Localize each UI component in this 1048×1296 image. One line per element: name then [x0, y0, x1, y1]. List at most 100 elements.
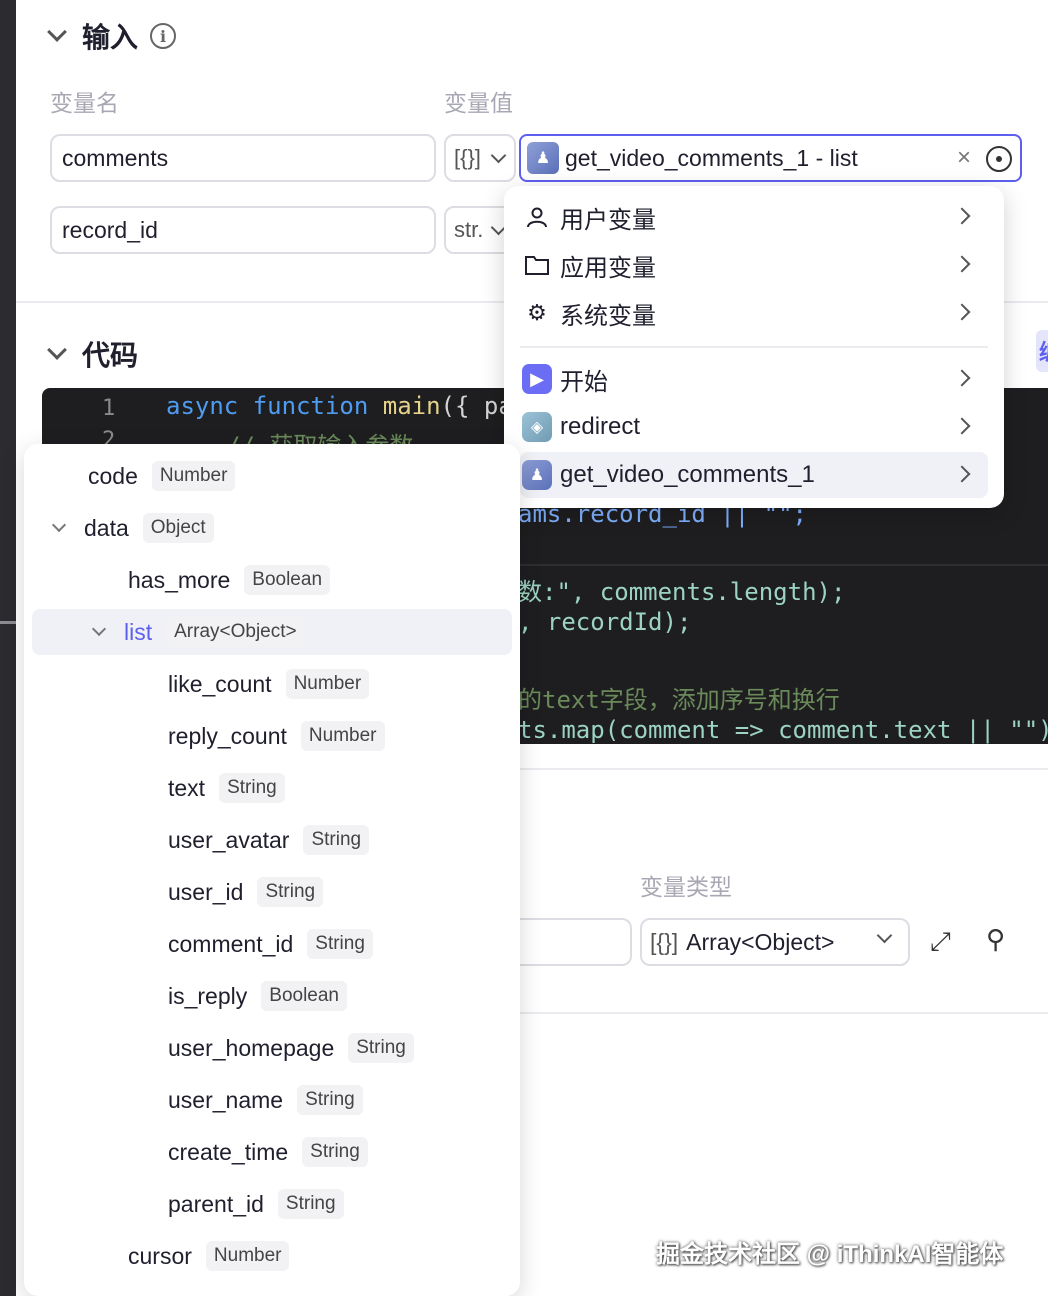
var-name-field-record-id[interactable]: record_id — [50, 206, 436, 254]
col-label-name: 变量名 — [50, 90, 119, 116]
type-tag: Number — [285, 669, 370, 699]
output-type-select[interactable]: [{}] Array<Object> — [640, 918, 910, 966]
code-line-7: ts.map(comment => comment.text || "") — [518, 716, 1048, 744]
variable-source-menu: 用户变量 应用变量 ⚙ 系统变量 ▶ 开始 ◈ redirect ♟ get_v… — [504, 186, 1004, 508]
menu-item-user-vars[interactable]: 用户变量 — [520, 194, 988, 240]
output-type-label: Array<Object> — [686, 928, 835, 955]
code-line-5: , recordId); — [518, 608, 692, 636]
type-tag: Number — [300, 721, 385, 751]
menu-item-start-node[interactable]: ▶ 开始 — [520, 356, 988, 402]
type-tag: String — [257, 877, 324, 907]
chevron-right-icon — [953, 303, 971, 321]
user-icon — [522, 202, 552, 232]
tree-row-cursor[interactable]: cursor Number — [32, 1233, 512, 1279]
code-separator — [518, 564, 1048, 566]
section-divider — [520, 1012, 1048, 1014]
plugin-node-icon: ♟ — [522, 460, 552, 490]
var-name-field-comments[interactable]: comments — [50, 134, 436, 182]
menu-item-app-vars[interactable]: 应用变量 — [520, 242, 988, 288]
code-section-title: 代码 — [82, 340, 139, 371]
chevron-down-icon[interactable] — [47, 22, 67, 42]
gear-icon: ⚙ — [527, 300, 547, 325]
chevron-down-icon[interactable] — [51, 517, 67, 533]
type-tag: String — [303, 825, 370, 855]
tree-row-user-id[interactable]: user_id String — [32, 869, 512, 915]
tree-row-text[interactable]: text String — [32, 765, 512, 811]
col-label-value: 变量值 — [444, 90, 513, 116]
start-node-icon: ▶ — [522, 364, 552, 394]
chevron-right-icon — [953, 255, 971, 273]
type-tag: String — [302, 1137, 368, 1167]
tree-row-parent-id[interactable]: parent_id String — [32, 1181, 512, 1227]
tree-row-user-homepage[interactable]: user_homepage String — [32, 1025, 512, 1071]
menu-item-redirect-node[interactable]: ◈ redirect — [520, 404, 988, 450]
left-edge-bar — [0, 0, 16, 1296]
type-select-comments[interactable]: [{}] — [444, 134, 516, 182]
type-label: [{}] — [454, 145, 481, 170]
chevron-right-icon — [953, 465, 971, 483]
selected-variable-label: get_video_comments_1 - list — [565, 144, 858, 171]
tree-row-create-time[interactable]: create_time String — [32, 1129, 512, 1175]
settings-hex-icon[interactable] — [986, 146, 1012, 172]
tree-row-user-avatar[interactable]: user_avatar String — [32, 817, 512, 863]
type-tag: Array<Object> — [166, 617, 305, 647]
array-type-icon: [{}] — [650, 928, 679, 955]
type-tag: String — [307, 929, 373, 959]
chevron-down-icon[interactable] — [47, 340, 67, 360]
tree-row-is-reply[interactable]: is_reply Boolean — [32, 973, 512, 1019]
info-icon[interactable]: i — [150, 23, 177, 49]
menu-item-system-vars[interactable]: ⚙ 系统变量 — [520, 290, 988, 336]
menu-item-label: redirect — [560, 413, 641, 440]
input-section-title: 输入 — [82, 22, 139, 53]
type-tag: String — [277, 1189, 344, 1219]
type-tag: String — [219, 773, 285, 803]
code-line-4: 数:", comments.length); — [518, 578, 846, 606]
chevron-down-icon[interactable] — [91, 621, 107, 637]
tree-row-has-more[interactable]: has_more Boolean — [32, 557, 512, 603]
line-number: 1 — [102, 396, 116, 421]
type-tag: Object — [142, 513, 214, 543]
chevron-down-icon — [490, 147, 507, 163]
plugin-avatar-icon: ♟ — [527, 142, 559, 174]
type-tag: Boolean — [244, 565, 331, 595]
menu-item-label: 系统变量 — [560, 302, 656, 330]
tree-row-like-count[interactable]: like_count Number — [32, 661, 512, 707]
menu-item-label: 开始 — [560, 368, 608, 396]
output-fields-tree: code Number data Object has_more Boolean li… — [24, 444, 520, 1296]
menu-item-label: 应用变量 — [560, 254, 656, 282]
add-child-icon[interactable]: ⚲ — [986, 924, 1005, 955]
watermark: 掘金技术社区 @ iThinkAI智能体 — [656, 1241, 1004, 1268]
tree-row-user-name[interactable]: user_name String — [32, 1077, 512, 1123]
menu-item-label: 用户变量 — [560, 206, 656, 234]
tree-row-comment-id[interactable]: comment_id String — [32, 921, 512, 967]
chevron-down-icon — [876, 927, 893, 944]
code-section-header[interactable]: 代码 — [46, 334, 138, 374]
menu-item-label: get_video_comments_1 — [560, 461, 815, 488]
code-line-6: 的text字段，添加序号和换行 — [518, 686, 840, 714]
redirect-node-icon: ◈ — [522, 412, 552, 442]
col-label-var-type: 变量类型 — [640, 874, 732, 900]
chevron-right-icon — [953, 417, 971, 435]
type-label: str. — [454, 217, 484, 242]
menu-divider — [520, 346, 988, 348]
expand-icon[interactable]: ⤢ — [930, 926, 951, 958]
folder-icon — [522, 250, 552, 280]
tree-row-data[interactable]: data Object — [32, 505, 512, 551]
variable-selector[interactable]: ♟ get_video_comments_1 - list × — [519, 134, 1022, 182]
tree-row-reply-count[interactable]: reply_count Number — [32, 713, 512, 759]
code-line-1: async function main({ par — [166, 392, 528, 420]
type-tag: Number — [151, 461, 236, 491]
type-tag: String — [348, 1033, 414, 1063]
chevron-right-icon — [953, 369, 971, 387]
input-section-header[interactable]: 输入 i — [46, 16, 177, 56]
type-tag: Boolean — [261, 981, 347, 1011]
tree-row-code[interactable]: code Number — [32, 453, 512, 499]
section-divider — [520, 768, 1048, 770]
type-tag: String — [297, 1085, 363, 1115]
type-tag: Number — [205, 1241, 290, 1271]
edge-tick — [0, 621, 16, 624]
tree-row-list[interactable]: list Array<Object> — [32, 609, 512, 655]
clear-icon[interactable]: × — [957, 144, 971, 172]
edit-code-button[interactable]: 编 — [1036, 330, 1048, 372]
menu-item-get-video-comments[interactable]: ♟ get_video_comments_1 — [520, 452, 988, 498]
